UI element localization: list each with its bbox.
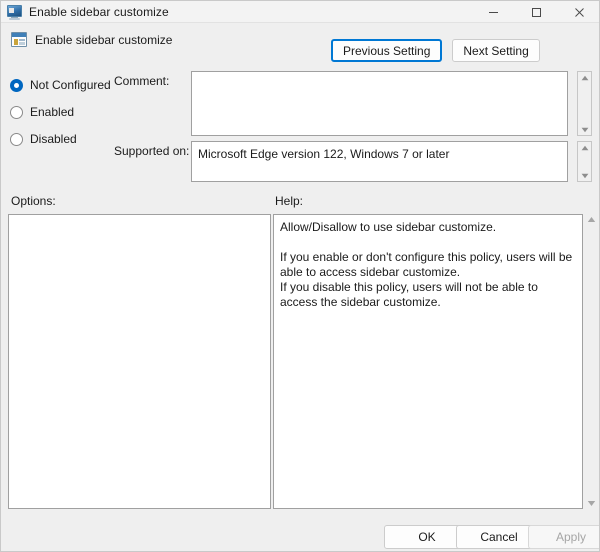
supported-on-scrollbar[interactable] [577,141,592,182]
radio-not-configured[interactable]: Not Configured [10,75,110,95]
help-label: Help: [275,194,303,208]
options-label: Options: [11,194,56,208]
scroll-down-icon[interactable] [578,124,591,135]
minimize-icon[interactable] [472,1,515,23]
comment-input[interactable] [191,71,568,136]
policy-name: Enable sidebar customize [35,33,172,47]
help-text: Allow/Disallow to use sidebar customize.… [280,220,576,310]
radio-enabled[interactable]: Enabled [10,102,110,122]
comment-label: Comment: [114,74,169,88]
help-paragraph: If you enable or don't configure this po… [280,250,576,310]
close-icon[interactable] [558,1,600,23]
policy-setting-icon [11,32,27,48]
scroll-up-icon[interactable] [578,142,591,153]
next-setting-button[interactable]: Next Setting [452,39,539,62]
title-bar: Enable sidebar customize [1,1,600,23]
help-paragraph: Allow/Disallow to use sidebar customize. [280,220,576,235]
dialog-scrollbar[interactable] [584,214,599,509]
radio-mark-icon [10,106,23,119]
maximize-icon[interactable] [515,1,558,23]
window-controls [472,1,600,23]
monitor-icon [7,4,23,20]
scroll-down-icon[interactable] [578,170,591,181]
comment-scrollbar[interactable] [577,71,592,136]
scroll-up-icon[interactable] [578,72,591,83]
radio-disabled[interactable]: Disabled [10,129,110,149]
supported-on-label: Supported on: [114,144,189,158]
radio-mark-icon [10,79,23,92]
radio-mark-icon [10,133,23,146]
setting-navigation: Previous Setting Next Setting [331,39,540,62]
scroll-down-icon[interactable] [585,498,598,509]
radio-label-enabled: Enabled [30,105,74,119]
scroll-up-icon[interactable] [585,214,598,225]
apply-button: Apply [528,525,600,549]
previous-setting-button[interactable]: Previous Setting [331,39,442,62]
supported-on-value: Microsoft Edge version 122, Windows 7 or… [198,147,449,161]
dialog-footer: OK Cancel Apply [1,519,600,552]
options-panel[interactable] [8,214,271,509]
policy-setting-dialog: Enable sidebar customize Enable sidebar … [0,0,600,552]
radio-label-not-configured: Not Configured [30,78,111,92]
help-spacer [280,235,576,250]
supported-on-field[interactable]: Microsoft Edge version 122, Windows 7 or… [191,141,568,182]
radio-label-disabled: Disabled [30,132,77,146]
help-panel[interactable]: Allow/Disallow to use sidebar customize.… [273,214,583,509]
policy-state-radio-group: Not Configured Enabled Disabled [10,75,110,156]
window-title: Enable sidebar customize [29,5,169,19]
